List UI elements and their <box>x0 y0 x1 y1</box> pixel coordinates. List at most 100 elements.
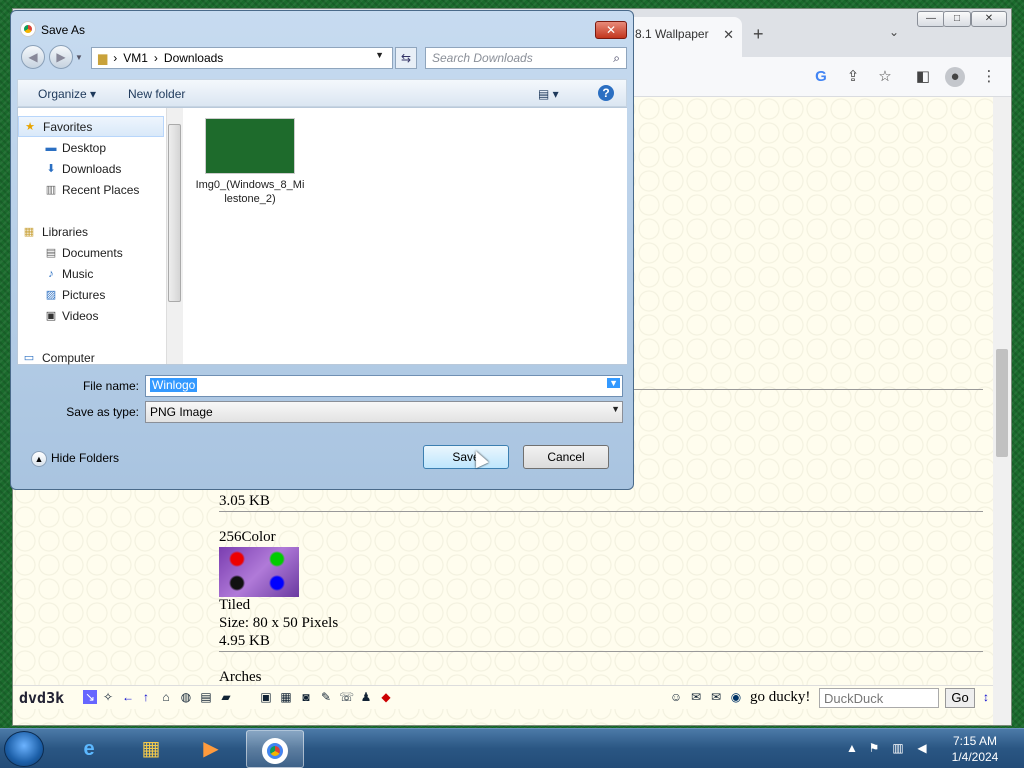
mail-icon[interactable]: ✉ <box>709 690 723 704</box>
organize-button[interactable]: Organize ▾ <box>38 87 96 101</box>
nav-documents[interactable]: ▤ Documents <box>18 243 164 264</box>
media-player-icon[interactable]: ▶ <box>182 730 240 768</box>
documents-icon: ▤ <box>45 247 57 259</box>
dialog-close-button[interactable]: ✕ <box>595 21 627 39</box>
back-arrow-icon[interactable]: ← <box>121 690 135 704</box>
taskbar: e ▦ ▶ ▲ ⚑ ▥ ◀ 7:15 AM 1/4/2024 <box>0 728 1024 768</box>
users-icon[interactable]: ☺ <box>669 690 683 704</box>
clock[interactable]: 7:15 AM 1/4/2024 <box>944 733 1006 765</box>
chat-icon[interactable]: ✉ <box>689 690 703 704</box>
minimize-button[interactable]: — <box>917 11 945 27</box>
nav-desktop[interactable]: ▬ Desktop <box>18 138 164 159</box>
duckduck-search-input[interactable]: DuckDuck <box>819 688 939 708</box>
page-scrollbar-thumb[interactable] <box>996 349 1008 457</box>
show-hidden-icons[interactable]: ▲ <box>844 741 860 757</box>
divider <box>219 651 983 652</box>
desktop-icon: ▬ <box>45 142 57 154</box>
page-bottom-toolbar: dvd3k ↘ ✧ ← ↑ ⌂ ◍ ▤ ▰ ▣ ▦ ◙ ✎ ☏ ♟ ◆ ☺ ✉ … <box>13 685 993 709</box>
address-dropdown-icon[interactable]: ▼ <box>375 50 384 60</box>
flame-icon[interactable]: ◆ <box>379 690 393 704</box>
save-icon[interactable]: ▣ <box>259 690 273 704</box>
go-button[interactable]: Go <box>945 688 975 708</box>
new-folder-button[interactable]: New folder <box>128 87 185 101</box>
save-type-select[interactable]: PNG Image ▼ <box>145 401 623 423</box>
profile-icon[interactable]: ● <box>945 67 965 87</box>
action-center-icon[interactable]: ⚑ <box>866 741 882 757</box>
search-downloads-input[interactable]: Search Downloads ⌕ <box>425 47 627 69</box>
wallpaper-filesize: 4.95 KB <box>219 633 270 649</box>
up-arrow-icon[interactable]: ↑ <box>139 690 153 704</box>
nav-videos[interactable]: ▣ Videos <box>18 306 164 327</box>
nav-icon[interactable]: ↘ <box>83 690 97 704</box>
tab-search-icon[interactable]: ⌄ <box>889 25 899 39</box>
videos-icon: ▣ <box>45 310 57 322</box>
ducky-label: go ducky! <box>750 689 811 705</box>
start-button[interactable] <box>4 731 44 767</box>
path-vm1[interactable]: VM1 <box>123 51 148 65</box>
nav-pictures[interactable]: ▨ Pictures <box>18 285 164 306</box>
save-button[interactable]: Save <box>423 445 509 469</box>
tab-close-icon[interactable]: ✕ <box>723 27 734 43</box>
nav-scrollbar-thumb[interactable] <box>168 124 181 302</box>
nav-computer[interactable]: ▭ Computer <box>18 348 164 369</box>
network-icon[interactable]: ▥ <box>890 741 906 757</box>
size-text: 3.05 KB <box>219 493 270 509</box>
refresh-button[interactable]: ⇆ <box>395 47 417 69</box>
chevron-up-icon: ▲ <box>31 451 47 467</box>
music-icon: ♪ <box>48 268 54 280</box>
file-name-label[interactable]: Img0_(Windows_8_Milestone_2) <box>195 178 305 206</box>
path-downloads[interactable]: Downloads <box>164 51 223 65</box>
file-name-input[interactable]: Winlogo ▼ <box>145 375 623 397</box>
library-icon: ▦ <box>23 226 35 238</box>
file-name-value: Winlogo <box>150 378 198 392</box>
star-icon[interactable]: ☆ <box>875 67 895 87</box>
updown-icon[interactable]: ↕ <box>979 690 993 704</box>
view-options-icon[interactable]: ▤ ▾ <box>538 87 559 101</box>
nav-music[interactable]: ♪ Music <box>18 264 164 285</box>
edit-icon[interactable]: ✎ <box>319 690 333 704</box>
nav-recent-places[interactable]: ▥ Recent Places <box>18 180 164 201</box>
file-thumbnail[interactable] <box>205 118 295 174</box>
cancel-button[interactable]: Cancel <box>523 445 609 469</box>
internet-explorer-icon[interactable]: e <box>60 730 118 768</box>
hide-folders-button[interactable]: ▲ Hide Folders <box>31 451 119 467</box>
site-logo[interactable]: dvd3k <box>19 689 64 707</box>
sun-icon[interactable]: ✧ <box>101 690 115 704</box>
eraser-icon[interactable]: ▰ <box>219 690 233 704</box>
address-bar[interactable]: ▆ › VM1 › Downloads ▼ <box>91 47 393 69</box>
save-type-dropdown-icon[interactable]: ▼ <box>611 404 620 414</box>
tab-wallpaper[interactable]: 8.1 Wallpaper ✕ <box>627 17 742 57</box>
back-button[interactable]: ◀ <box>21 45 45 69</box>
wallpaper-thumbnail[interactable] <box>219 547 299 597</box>
help-icon[interactable]: ? <box>598 85 614 101</box>
nav-downloads[interactable]: ⬇ Downloads <box>18 159 164 180</box>
nav-libraries[interactable]: ▦ Libraries <box>18 222 164 243</box>
menu-icon[interactable]: ⋮ <box>979 67 999 87</box>
file-explorer-icon[interactable]: ▦ <box>122 730 180 768</box>
forward-button[interactable]: ▶ <box>49 45 73 69</box>
sidepanel-icon[interactable]: ◧ <box>913 67 933 87</box>
volume-icon[interactable]: ◀ <box>914 741 930 757</box>
search-icon: ⌕ <box>613 51 620 65</box>
command-bar: Organize ▾ New folder ▤ ▾ ? <box>17 79 627 107</box>
web-icon[interactable]: ◉ <box>729 690 743 704</box>
close-window-button[interactable]: ✕ <box>971 11 1007 27</box>
clock-time: 7:15 AM <box>952 734 998 748</box>
home-icon[interactable]: ⌂ <box>159 690 173 704</box>
google-icon[interactable]: G <box>811 67 831 87</box>
maximize-button[interactable]: □ <box>943 11 971 27</box>
file-name-dropdown-icon[interactable]: ▼ <box>607 378 620 388</box>
camera-icon[interactable]: ◙ <box>299 690 313 704</box>
dialog-title: Save As <box>41 23 86 37</box>
pictures-icon: ▨ <box>45 289 57 301</box>
people-icon[interactable]: ♟ <box>359 690 373 704</box>
history-chevron-icon[interactable]: ▼ <box>75 53 83 62</box>
globe-icon[interactable]: ◍ <box>179 690 193 704</box>
chrome-taskbar-button[interactable] <box>246 730 304 768</box>
share-icon[interactable]: ⇪ <box>843 67 863 87</box>
phone-icon[interactable]: ☏ <box>339 690 354 704</box>
printer-icon[interactable]: ▤ <box>199 690 213 704</box>
new-tab-button[interactable]: + <box>753 24 764 45</box>
document-icon[interactable]: ▦ <box>279 690 293 704</box>
nav-favorites[interactable]: ★ Favorites <box>18 116 164 137</box>
